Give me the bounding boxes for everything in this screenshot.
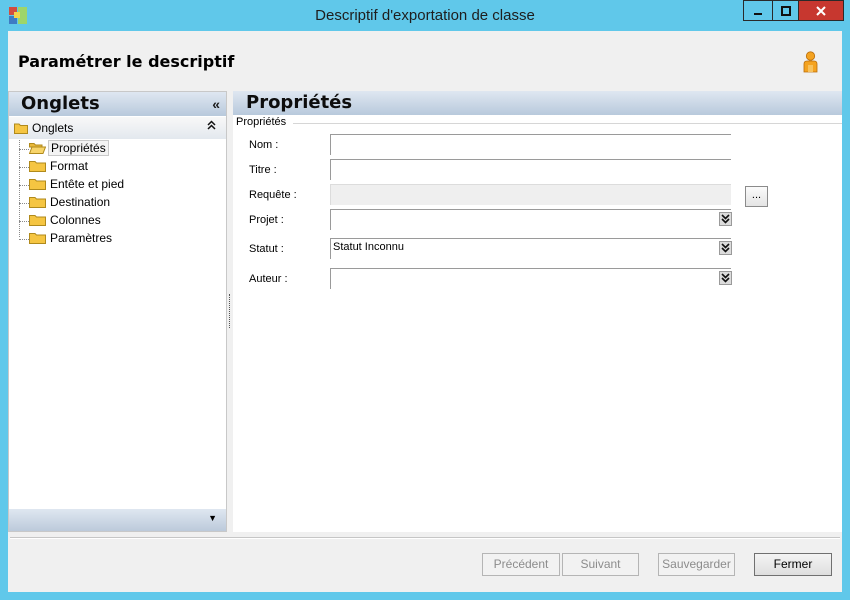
tree-item-label: Destination [50,195,111,209]
tabs-group-label: Onglets [32,121,74,135]
titre-label: Titre : [249,164,277,176]
tabs-group-header[interactable]: Onglets [9,117,226,139]
dialog-window: Descriptif d'exportation de classe Param… [0,0,850,600]
folder-icon [29,161,46,172]
projet-dropdown[interactable] [330,209,732,230]
dropdown-button[interactable] [719,271,732,285]
chevron-down-icon[interactable]: ▼ [208,513,217,523]
maximize-button[interactable] [772,0,799,21]
tree-item-parametres[interactable]: Paramètres [19,230,219,248]
folder-icon [29,197,46,208]
properties-panel-title: Propriétés [246,92,353,113]
tree-item-label: Propriétés [48,140,109,156]
folder-icon [29,233,46,244]
footer-divider [10,537,840,539]
maximize-icon [780,5,791,16]
dialog-client-area: Paramétrer le descriptif Onglets « Ongle… [8,31,842,592]
folder-icon [29,215,46,226]
tree-item-destination[interactable]: Destination [19,194,219,212]
properties-panel-header: Propriétés [233,91,842,115]
tree-item-label: Colonnes [50,213,101,227]
tree-item-colonnes[interactable]: Colonnes [19,212,219,230]
dialog-header: Paramétrer le descriptif [8,31,842,90]
tree-item-label: Format [50,159,89,173]
group-collapse-button[interactable] [207,120,216,133]
open-folder-icon [29,143,46,154]
double-chevron-up-icon [207,120,216,130]
panel-splitter[interactable] [229,294,231,328]
precedent-button[interactable]: Précédent [482,553,560,576]
tabs-panel-title: Onglets [21,93,100,114]
tree-item-entete-et-pied[interactable]: Entête et pied [19,176,219,194]
statut-value: Statut Inconnu [333,241,404,253]
sauvegarder-button[interactable]: Sauvegarder [658,553,735,576]
requete-label: Requête : [249,189,297,201]
auteur-dropdown[interactable] [330,268,732,289]
double-chevron-down-icon [721,243,730,253]
statut-dropdown[interactable]: Statut Inconnu [330,238,732,259]
double-chevron-down-icon [721,214,730,224]
dropdown-button[interactable] [719,241,732,255]
tree-item-label: Paramètres [50,231,113,245]
nom-field[interactable] [330,134,731,155]
titre-field[interactable] [330,159,731,180]
window-title: Descriptif d'exportation de classe [315,7,535,24]
minimize-button[interactable] [743,0,772,21]
fieldset-divider [293,123,842,124]
close-icon [816,5,826,16]
minimize-icon [754,12,762,15]
properties-panel: Propriétés Propriétés Nom : Titre : Requ… [233,91,842,532]
suivant-button[interactable]: Suivant [562,553,639,576]
title-bar[interactable]: Descriptif d'exportation de classe [0,0,850,31]
header-title: Paramétrer le descriptif [18,52,235,71]
collapse-panel-button[interactable]: « [212,96,220,112]
dropdown-button[interactable] [719,212,732,226]
fermer-button[interactable]: Fermer [754,553,832,576]
close-button[interactable] [799,0,844,21]
tree-item-format[interactable]: Format [19,158,219,176]
requete-field [330,184,731,205]
projet-label: Projet : [249,214,284,226]
fieldset-legend: Propriétés [236,116,290,128]
tabs-panel-footer[interactable]: ▼ [9,509,226,531]
tree-item-label: Entête et pied [50,177,125,191]
tabs-panel: Onglets « Onglets Propriétés Format Entê… [8,91,227,532]
tree-item-proprietes[interactable]: Propriétés [19,140,219,158]
user-icon [803,51,818,73]
tabs-panel-header: Onglets « [9,92,226,116]
double-chevron-down-icon [721,273,730,283]
statut-label: Statut : [249,243,284,255]
browse-requete-button[interactable]: ... [745,186,768,207]
nom-label: Nom : [249,139,279,151]
auteur-label: Auteur : [249,273,288,285]
folder-icon [14,123,28,134]
folder-icon [29,179,46,190]
